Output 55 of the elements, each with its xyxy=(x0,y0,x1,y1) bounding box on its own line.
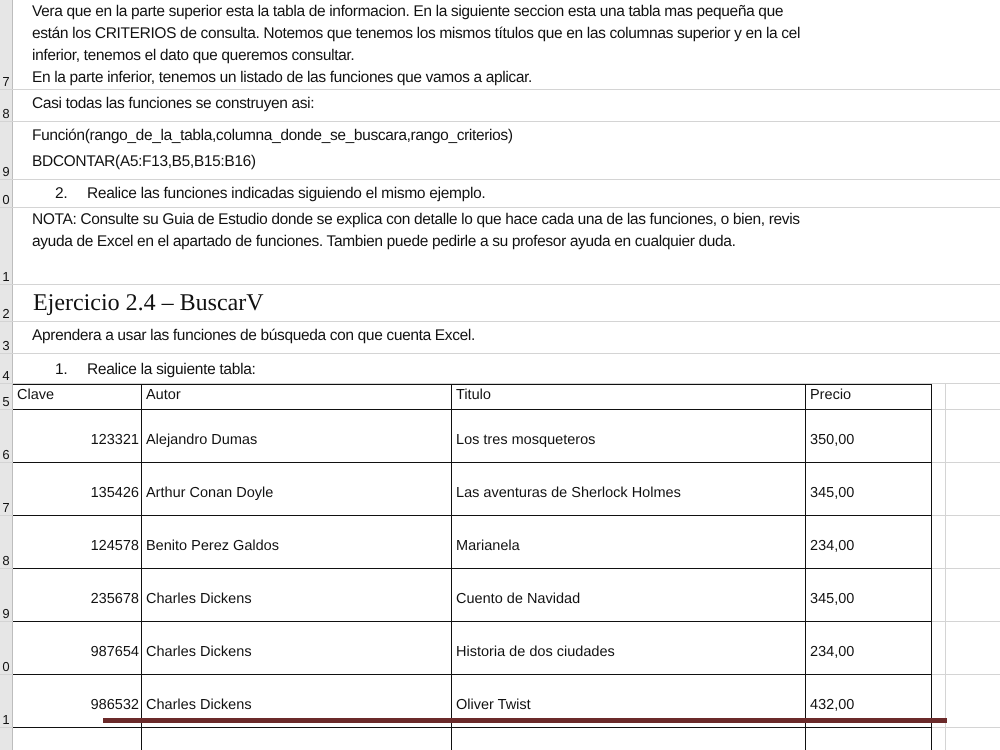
list-text: Realice las funciones indicadas siguiendo el mismo ejemplo. xyxy=(87,185,486,203)
row-header[interactable]: 3 xyxy=(0,322,13,353)
table-cell: 345,00 xyxy=(806,569,932,622)
table-cell: Alejandro Dumas xyxy=(142,410,452,463)
table-cell: Historia de dos ciudades xyxy=(452,622,806,675)
row-header[interactable]: 1 xyxy=(0,208,13,284)
table-cell: Charles Dickens xyxy=(142,569,452,622)
row-header[interactable]: 9 xyxy=(0,122,13,179)
row-header[interactable]: 0 xyxy=(0,180,13,207)
row-header[interactable]: 8 xyxy=(0,516,13,568)
list-number: 1. xyxy=(55,361,68,379)
table-cell: Benito Perez Galdos xyxy=(142,516,452,569)
cell-text: Función(rango_de_la_tabla,columna_donde_se_buscara,rango_criterios) xyxy=(32,126,514,146)
table-cell: Los tres mosqueteros xyxy=(452,410,806,463)
column-header: Titulo xyxy=(452,384,806,410)
row-header[interactable]: 6 xyxy=(0,410,13,462)
list-text: Realice la siguiente tabla: xyxy=(87,361,256,379)
table-cell: 234,00 xyxy=(806,516,932,569)
table-cell: Arthur Conan Doyle xyxy=(142,463,452,516)
row-header[interactable]: 7 xyxy=(0,0,13,89)
column-header: Autor xyxy=(142,384,452,410)
section-heading: Ejercicio 2.4 – BuscarV xyxy=(32,290,265,317)
table-cell: Cuento de Navidad xyxy=(452,569,806,622)
cell-text: En la parte inferior, tenemos un listado de las funciones que vamos a aplicar. xyxy=(32,68,534,88)
row-header[interactable]: 1 xyxy=(0,675,13,727)
table-cell: Charles Dickens xyxy=(142,622,452,675)
table-cell: 235678 xyxy=(13,569,142,622)
cell-text: están los CRITERIOS de consulta. Notemos que tenemos los mismos títulos que en las columnas superior y en la cel xyxy=(32,24,802,44)
table-cell: Marianela xyxy=(452,516,806,569)
table-cell: 124578 xyxy=(13,516,142,569)
cell-text: ayuda de Excel en el apartado de funciones. Tambien puede pedirle a su profesor ayuda en cualquier duda. xyxy=(32,232,737,252)
row-header[interactable]: 8 xyxy=(0,90,13,121)
cell-text: BDCONTAR(A5:F13,B5,B15:B16) xyxy=(32,152,257,172)
table-cell: 987654 xyxy=(13,622,142,675)
cell-text: Aprendera a usar las funciones de búsqueda con que cuenta Excel. xyxy=(32,326,476,346)
row-header[interactable] xyxy=(0,728,13,750)
row-header[interactable]: 5 xyxy=(0,384,13,409)
row-header[interactable]: 9 xyxy=(0,569,13,621)
table-cell: 123321 xyxy=(13,410,142,463)
row-header[interactable]: 4 xyxy=(0,354,13,383)
cell-text: Casi todas las funciones se construyen asi: xyxy=(32,94,316,114)
cell-text: inferior, tenemos el dato que queremos consultar. xyxy=(32,46,356,66)
table-cell: 345,00 xyxy=(806,463,932,516)
cell-text: Vera que en la parte superior esta la tabla de informacion. En la siguiente seccion esta una tabla mas pequeña que xyxy=(32,2,784,22)
table-cell: 234,00 xyxy=(806,622,932,675)
cell-text: NOTA: Consulte su Guia de Estudio donde se explica con detalle lo que hace cada una de las funciones, o bien, revis xyxy=(32,210,801,230)
column-header: Precio xyxy=(806,384,932,410)
table-cell: Las aventuras de Sherlock Holmes xyxy=(452,463,806,516)
row-header[interactable]: 7 xyxy=(0,463,13,515)
table-cell: 135426 xyxy=(13,463,142,516)
row-header[interactable]: 2 xyxy=(0,285,13,321)
list-number: 2. xyxy=(55,185,68,203)
table-cell: 350,00 xyxy=(806,410,932,463)
row-header[interactable]: 0 xyxy=(0,622,13,674)
column-header: Clave xyxy=(13,384,142,410)
